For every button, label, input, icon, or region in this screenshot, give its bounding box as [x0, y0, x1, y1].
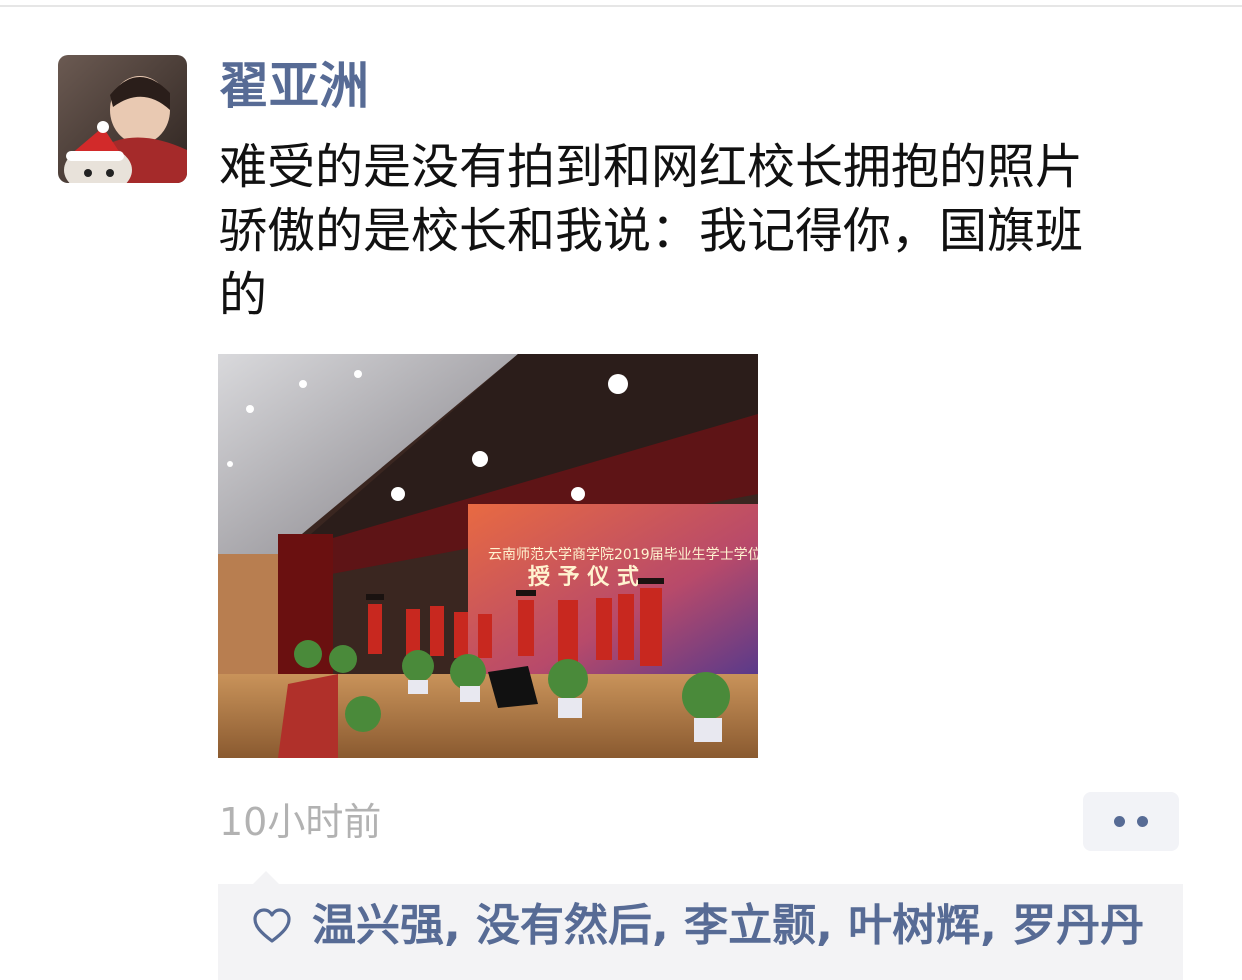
banner-line1: 云南师范大学商学院2019届毕业生学士学位	[488, 546, 758, 563]
top-divider	[0, 5, 1242, 7]
post-text: 难受的是没有拍到和网红校长拥抱的照片 骄傲的是校长和我说：我记得你，国旗班 的	[219, 139, 1084, 323]
avatar-photo	[58, 55, 187, 183]
liker-name[interactable]: 李立颢	[684, 900, 816, 951]
more-dot-icon	[1114, 816, 1125, 827]
like-separator: ,	[444, 900, 477, 951]
liker-name[interactable]: 叶树辉	[848, 900, 980, 951]
like-separator: ,	[980, 900, 1013, 951]
likes-list: 温兴强, 没有然后, 李立颢, 叶树辉, 罗丹丹	[312, 896, 1144, 956]
likes-pointer	[252, 871, 280, 885]
like-separator: ,	[652, 900, 685, 951]
moments-post: 翟亚洲 难受的是没有拍到和网红校长拥抱的照片 骄傲的是校长和我说：我记得你，国旗…	[0, 0, 1242, 980]
liker-name[interactable]: 温兴强	[312, 900, 444, 951]
banner-line2: 授 予 仪 式	[528, 565, 639, 590]
post-time: 10小时前	[219, 800, 382, 844]
author-name[interactable]: 翟亚洲	[219, 54, 369, 118]
liker-name[interactable]: 罗丹丹	[1012, 900, 1144, 951]
more-actions-button[interactable]	[1083, 792, 1179, 851]
more-dot-icon	[1137, 816, 1148, 827]
avatar[interactable]	[58, 55, 187, 183]
heart-outline-icon	[253, 908, 291, 943]
liker-name[interactable]: 没有然后	[476, 900, 652, 951]
like-separator: ,	[816, 900, 849, 951]
graduation-stage-image: 云南师范大学商学院2019届毕业生学士学位 授 予 仪 式	[218, 354, 758, 758]
post-photo[interactable]: 云南师范大学商学院2019届毕业生学士学位 授 予 仪 式	[218, 354, 758, 758]
